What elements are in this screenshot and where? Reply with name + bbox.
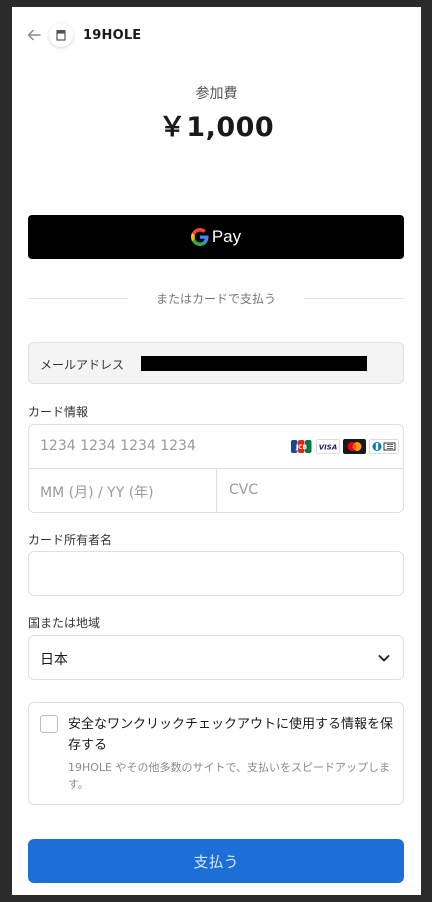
product-label: 参加費 (195, 86, 238, 102)
card-cvc-input[interactable]: CVC (217, 469, 403, 512)
expiry-placeholder: MM (月) / YY (年) (40, 485, 154, 501)
cvc-placeholder: CVC (229, 482, 259, 498)
diners-club-icon (369, 439, 399, 454)
or-divider: またはカードで支払う (28, 288, 404, 308)
card-input-group: 1234 1234 1234 1234 JCB VISA MM (月) / YY… (28, 424, 404, 513)
checkout-frame: 19HOLE 参加費 ￥1,000 Pay またはカードで支払う メールアドレス… (12, 7, 421, 895)
jcb-icon: JCB (290, 439, 313, 454)
save-info-checkbox[interactable] (40, 715, 58, 733)
cardholder-name-input[interactable] (28, 551, 404, 596)
card-expiry-input[interactable]: MM (月) / YY (年) (29, 469, 217, 512)
cardholder-label: カード所有者名 (28, 533, 113, 547)
svg-text:JCB: JCB (295, 444, 308, 451)
card-info-label: カード情報 (28, 405, 89, 419)
card-brands: JCB VISA (290, 439, 399, 454)
svg-text:VISA: VISA (319, 444, 337, 452)
email-redacted-value (141, 356, 367, 371)
save-info-section: 安全なワンクリックチェックアウトに使用する情報を保存する 19HOLE やその他… (28, 702, 404, 805)
mastercard-icon (343, 439, 366, 454)
google-g-icon (190, 228, 209, 246)
email-field: メールアドレス (28, 342, 404, 384)
chevron-down-icon (378, 655, 390, 662)
country-value: 日本 (40, 652, 68, 668)
save-info-description: 19HOLE やその他多数のサイトで、支払いをスピードアップします。 (68, 761, 391, 791)
card-number-placeholder: 1234 1234 1234 1234 (40, 438, 196, 454)
country-select[interactable]: 日本 (28, 635, 404, 680)
gpay-label: Pay (211, 227, 242, 246)
pay-button-label: 支払う (193, 852, 239, 871)
save-info-title: 安全なワンクリックチェックアウトに使用する情報を保存する (68, 717, 394, 753)
country-label: 国または地域 (28, 616, 101, 630)
google-pay-button[interactable]: Pay (28, 215, 404, 259)
total-amount: ￥1,000 (158, 112, 275, 143)
email-label: メールアドレス (40, 358, 125, 372)
card-number-input[interactable]: 1234 1234 1234 1234 JCB VISA (29, 425, 403, 469)
store-avatar (49, 23, 73, 47)
header: 19HOLE (12, 7, 421, 67)
store-icon (56, 30, 66, 41)
visa-icon: VISA (316, 439, 340, 454)
divider-line-right (304, 298, 404, 299)
back-arrow-icon[interactable] (26, 27, 42, 43)
pay-button[interactable]: 支払う (28, 839, 404, 883)
store-name: 19HOLE (83, 28, 142, 43)
